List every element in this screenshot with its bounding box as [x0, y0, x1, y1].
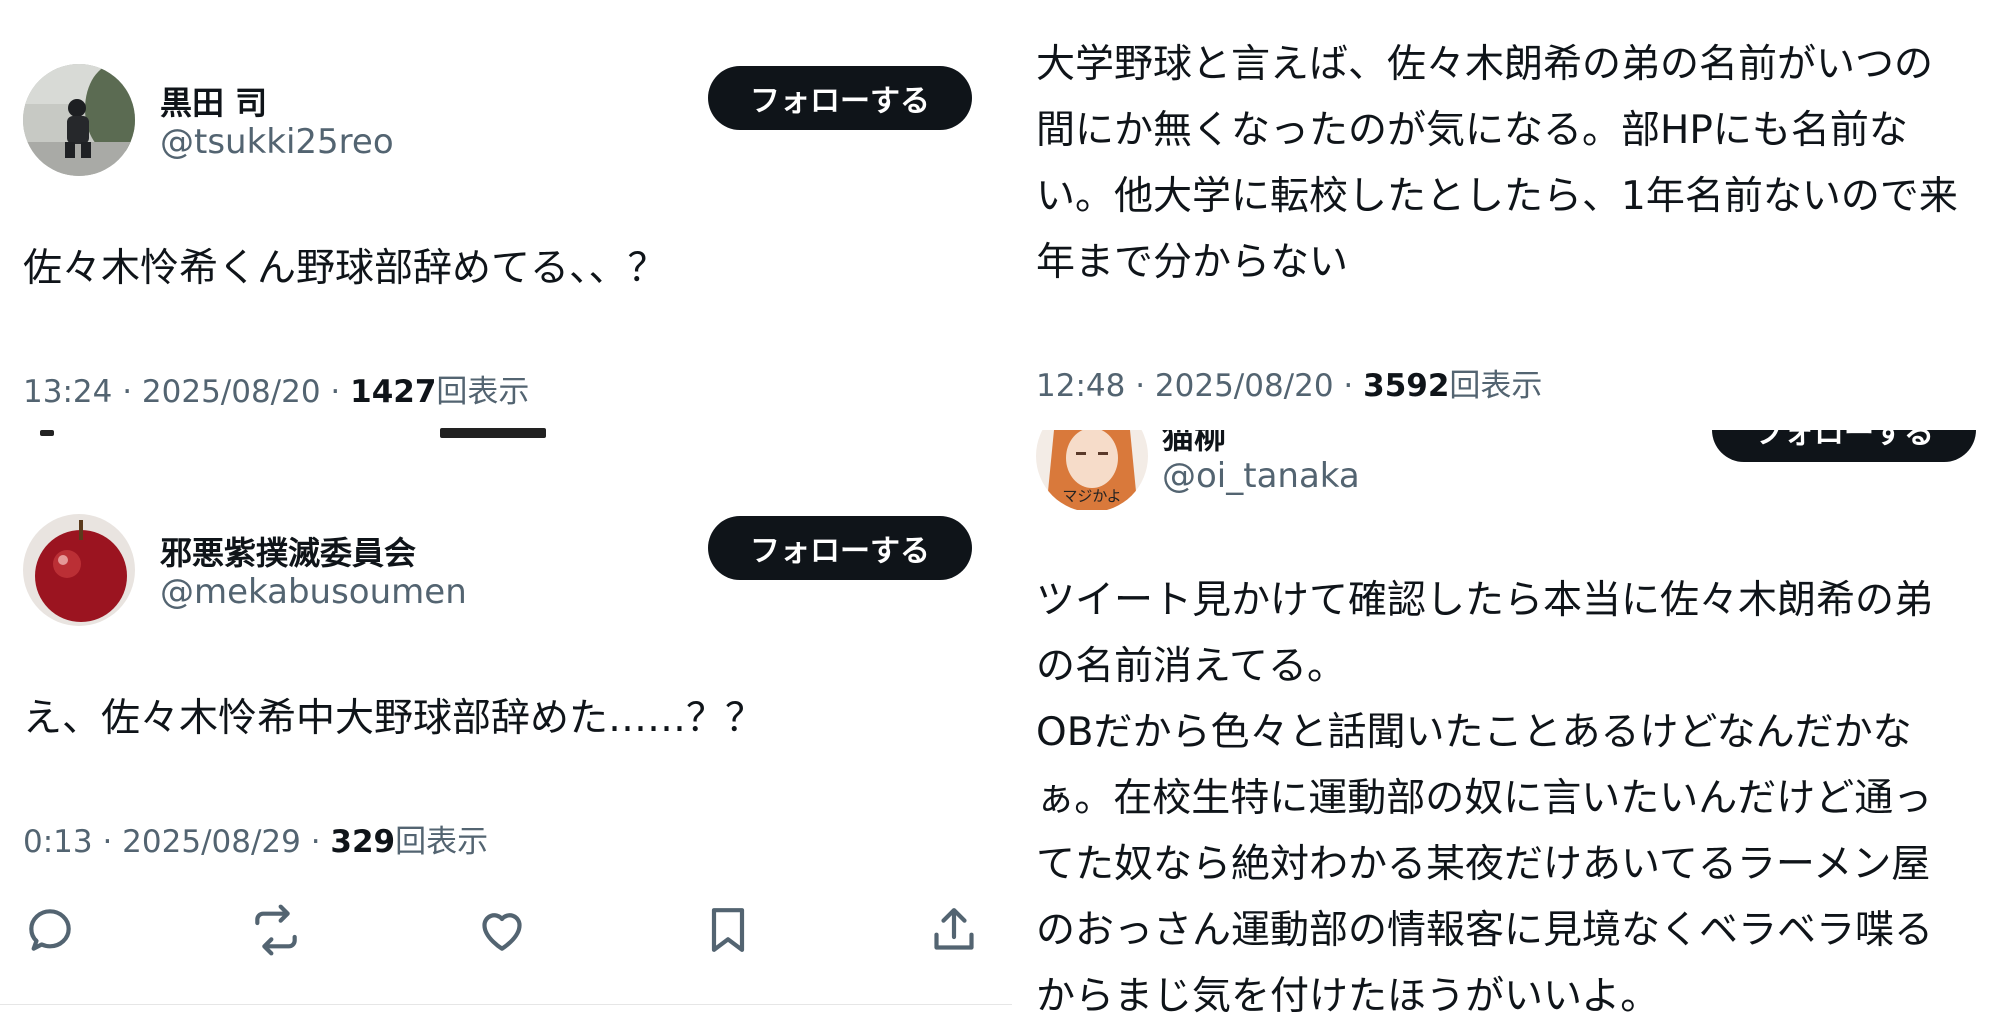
- clipped-text-fragment: [40, 430, 54, 436]
- bookmark-icon[interactable]: [700, 902, 756, 958]
- avatar-caption: マジかよ: [1062, 487, 1122, 505]
- tweet-line: のおっさん運動部の情報客に見境なくベラベラ喋る: [1036, 908, 1934, 953]
- view-count: 329: [330, 824, 396, 860]
- follow-button[interactable]: フォローする: [708, 516, 972, 580]
- tweet-line: 大学野球と言えば、佐々木朗希の弟の名前がいつの: [1036, 42, 1934, 87]
- display-name[interactable]: 猫柳: [1162, 430, 1226, 458]
- tweet-timestamp[interactable]: 12:48 · 2025/08/20 ·: [1036, 368, 1363, 404]
- views-label: 回表示: [1449, 368, 1543, 404]
- tweet-meta: 13:24 · 2025/08/20 · 1427回表示: [23, 366, 529, 411]
- user-handle[interactable]: @oi_tanaka: [1162, 456, 1360, 496]
- share-icon[interactable]: [926, 902, 982, 958]
- tweet-line: の名前消えてる。: [1036, 644, 1347, 689]
- display-name[interactable]: 邪悪紫撲滅委員会: [160, 528, 416, 574]
- display-name[interactable]: 黒田 司: [160, 78, 267, 124]
- tweet-line: 間にか無くなったのが気になる。部HPにも名前な: [1036, 108, 1908, 153]
- tweet-line: 年まで分からない: [1036, 240, 1349, 285]
- follow-button[interactable]: フォローする: [1712, 430, 1976, 462]
- tweet-line: ぁ。在校生特に運動部の奴に言いたいんだけど通っ: [1036, 776, 1933, 821]
- tweet-timestamp[interactable]: 0:13 · 2025/08/29 ·: [23, 824, 330, 860]
- follow-button[interactable]: フォローする: [708, 66, 972, 130]
- tweet-text: 佐々木怜希くん野球部辞めてる、、？: [23, 246, 667, 291]
- tweet-meta: 0:13 · 2025/08/29 · 329回表示: [23, 816, 488, 861]
- divider: [0, 1004, 1012, 1005]
- view-count: 3592: [1363, 368, 1450, 404]
- tweet-text: 大学野球と言えば、佐々木朗希の弟の名前がいつの 間にか無くなったのが気になる。部…: [1036, 32, 1958, 296]
- tweet-line: からまじ気を付けたほうがいいよ。: [1036, 974, 1660, 1019]
- tweet-line: てた奴なら絶対わかる某夜だけあいてるラーメン屋: [1036, 842, 1931, 887]
- user-handle[interactable]: @mekabusoumen: [160, 572, 467, 612]
- clipped-text-fragment: [440, 428, 546, 438]
- reply-icon[interactable]: [22, 902, 78, 958]
- tweet-meta: 12:48 · 2025/08/20 · 3592回表示: [1036, 360, 1542, 405]
- like-icon[interactable]: [474, 902, 530, 958]
- retweet-icon[interactable]: [248, 902, 304, 958]
- avatar-mekabusoumen[interactable]: [23, 514, 135, 626]
- avatar-oi-tanaka[interactable]: マジかよ: [1036, 430, 1148, 510]
- tweet-timestamp[interactable]: 13:24 · 2025/08/20 ·: [23, 374, 350, 410]
- tweet-text: ツイート見かけて確認したら本当に佐々木朗希の弟 の名前消えてる。 OBだから色々…: [1036, 568, 1933, 1030]
- views-label: 回表示: [436, 374, 530, 410]
- avatar-tsukki25reo[interactable]: [23, 64, 135, 176]
- tweet-line: い。他大学に転校したとしたら、1年名前ないので来: [1036, 174, 1958, 219]
- view-count: 1427: [350, 374, 437, 410]
- tweet4-header-clip: マジかよ 猫柳 @oi_tanaka フォローする: [1012, 430, 2008, 510]
- tweet-line: ツイート見かけて確認したら本当に佐々木朗希の弟: [1036, 578, 1934, 623]
- user-handle[interactable]: @tsukki25reo: [160, 122, 394, 162]
- views-label: 回表示: [395, 824, 489, 860]
- tweet-line: OBだから色々と話聞いたことあるけどなんだかな: [1036, 710, 1912, 755]
- tweet-text: え、佐々木怜希中大野球部辞めた……？？: [23, 696, 765, 741]
